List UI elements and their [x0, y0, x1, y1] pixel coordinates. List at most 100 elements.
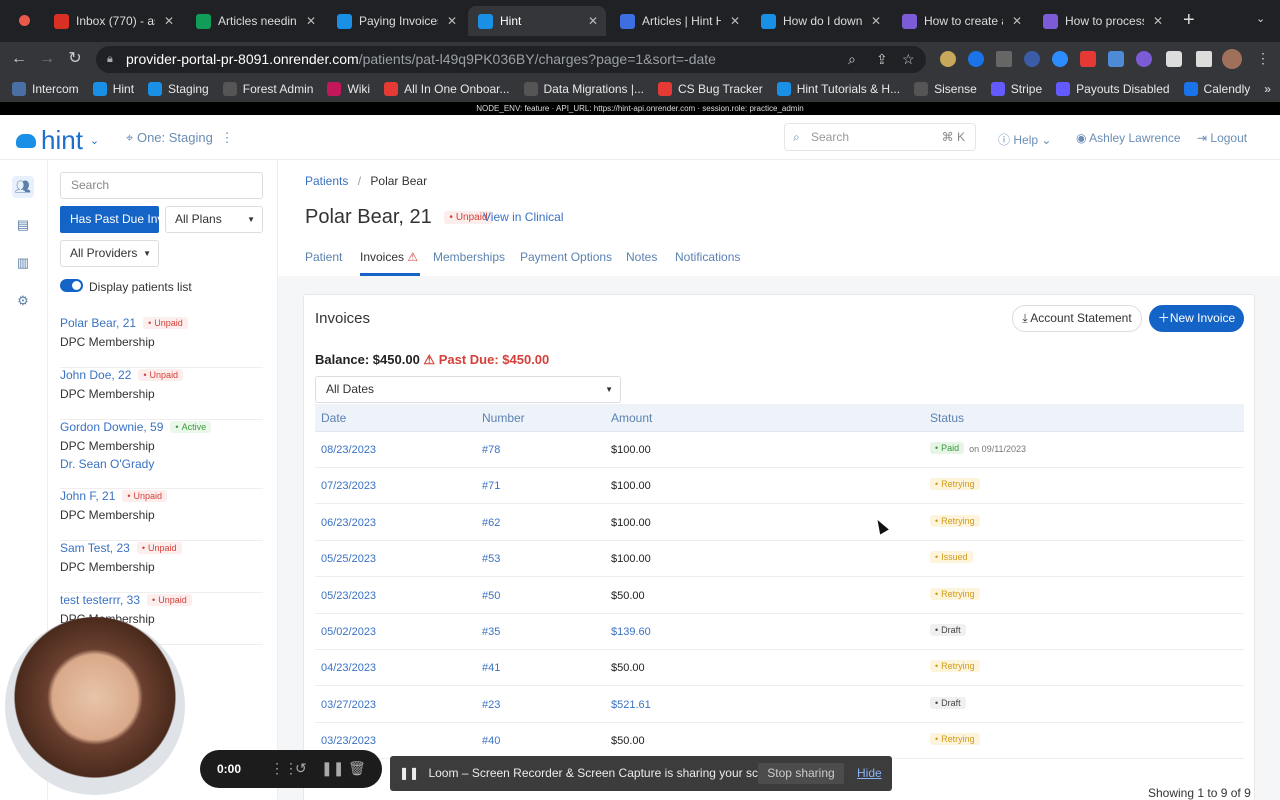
- patient-list-item[interactable]: Gordon Downie, 59 Active DPC Membership Dr.…: [60, 420, 263, 489]
- extension-icon[interactable]: [1136, 51, 1152, 67]
- patient-list-item[interactable]: John Doe, 22 Unpaid DPC Membership: [60, 368, 263, 420]
- breadcrumb-patients-link[interactable]: Patients: [305, 174, 348, 188]
- patient-list-item[interactable]: Sam Test, 23 Unpaid DPC Membership: [60, 541, 263, 593]
- table-row[interactable]: 08/23/2023 #78 $100.00 Paid on 09/11/2023: [315, 432, 1244, 468]
- patient-list-item[interactable]: John F, 21 Unpaid DPC Membership: [60, 489, 263, 541]
- user-menu[interactable]: ◉ Ashley Lawrence: [1076, 131, 1181, 145]
- close-icon[interactable]: ✕: [1010, 14, 1024, 28]
- patient-list-name[interactable]: test testerrr, 33: [60, 593, 140, 607]
- new-invoice-button[interactable]: ＋New Invoice: [1149, 305, 1244, 332]
- browser-tab[interactable]: How to create a ✕: [892, 6, 1030, 36]
- reports-icon[interactable]: ▥: [12, 252, 34, 274]
- bookmark-item[interactable]: Data Migrations |...: [523, 82, 644, 96]
- invoice-date-link[interactable]: 06/23/2023: [321, 517, 376, 529]
- column-header[interactable]: Amount: [611, 411, 652, 425]
- display-list-toggle[interactable]: [60, 279, 83, 292]
- close-icon[interactable]: ✕: [728, 14, 742, 28]
- settings-gear-icon[interactable]: ⚙: [12, 290, 34, 312]
- bookmark-item[interactable]: Sisense: [914, 82, 977, 96]
- invoice-date-link[interactable]: 03/23/2023: [321, 735, 376, 747]
- tab-payment-options[interactable]: Payment Options: [520, 250, 612, 264]
- invoice-date-link[interactable]: 05/02/2023: [321, 626, 376, 638]
- patient-list-item[interactable]: Polar Bear, 21 Unpaid DPC Membership: [60, 316, 263, 368]
- browser-tab[interactable]: How to process ✕: [1033, 6, 1171, 36]
- browser-tab[interactable]: Hint ✕: [468, 6, 606, 36]
- extension-icon[interactable]: [1024, 51, 1040, 67]
- column-header[interactable]: Number: [482, 411, 525, 425]
- stop-sharing-button[interactable]: Stop sharing: [758, 763, 844, 784]
- invoice-date-link[interactable]: 05/25/2023: [321, 553, 376, 565]
- patient-list-name[interactable]: John F, 21: [60, 489, 115, 503]
- bookmark-item[interactable]: Hint: [92, 82, 134, 96]
- menu-icon[interactable]: ⋮: [1256, 50, 1270, 67]
- invoice-number-link[interactable]: #23: [482, 699, 500, 711]
- extension-icon[interactable]: [940, 51, 956, 67]
- patient-list-name[interactable]: Polar Bear, 21: [60, 316, 136, 330]
- close-icon[interactable]: ✕: [586, 14, 600, 28]
- table-row[interactable]: 05/25/2023 #53 $100.00 Issued: [315, 541, 1244, 578]
- profile-avatar[interactable]: [1222, 49, 1242, 69]
- zoom-icon[interactable]: ⌕: [848, 46, 856, 73]
- share-icon[interactable]: ⇪: [876, 46, 888, 73]
- column-header[interactable]: Status: [930, 411, 964, 425]
- back-button[interactable]: ←: [8, 48, 30, 70]
- date-filter-select[interactable]: All Dates ▼: [315, 376, 621, 403]
- table-row[interactable]: 05/23/2023 #50 $50.00 Retrying: [315, 578, 1244, 614]
- zoom-extension-icon[interactable]: [1052, 51, 1068, 67]
- puzzle-icon[interactable]: [1166, 51, 1182, 67]
- invoice-number-link[interactable]: #71: [482, 480, 500, 492]
- invoice-date-link[interactable]: 08/23/2023: [321, 444, 376, 456]
- column-header[interactable]: Date: [321, 411, 346, 425]
- close-icon[interactable]: ✕: [445, 14, 459, 28]
- bookmark-item[interactable]: Wiki: [327, 82, 370, 96]
- drag-handle-icon[interactable]: ⋮⋮: [270, 760, 298, 777]
- providers-filter[interactable]: All Providers ▼: [60, 240, 159, 267]
- invoice-number-link[interactable]: #35: [482, 626, 500, 638]
- webcam-bubble[interactable]: [5, 617, 185, 795]
- account-statement-button[interactable]: ⤓ Account Statement: [1012, 305, 1142, 332]
- patient-list-name[interactable]: Sam Test, 23: [60, 541, 130, 555]
- bookmark-item[interactable]: Hint Tutorials & H...: [776, 82, 900, 96]
- tab-notes[interactable]: Notes: [626, 250, 657, 264]
- bookmark-item[interactable]: Stripe: [990, 82, 1042, 96]
- bookmark-item[interactable]: Forest Admin: [222, 82, 313, 96]
- hide-button[interactable]: Hide: [857, 756, 882, 791]
- invoice-number-link[interactable]: #53: [482, 553, 500, 565]
- more-bookmarks-icon[interactable]: »: [1264, 82, 1271, 96]
- bookmark-item[interactable]: Staging: [148, 82, 209, 96]
- sidepanel-icon[interactable]: [1196, 51, 1212, 67]
- delete-icon[interactable]: 🗑︎: [348, 760, 366, 777]
- invoice-number-link[interactable]: #50: [482, 590, 500, 602]
- browser-tab[interactable]: Articles needing ✕: [186, 6, 324, 36]
- extension-icon[interactable]: [1080, 51, 1096, 67]
- restart-icon[interactable]: ↺: [295, 760, 307, 777]
- table-row[interactable]: 04/23/2023 #41 $50.00 Retrying: [315, 650, 1244, 687]
- invoice-number-link[interactable]: #62: [482, 517, 500, 529]
- hint-logo[interactable]: hint ⌄: [16, 125, 99, 156]
- tab-notifications[interactable]: Notifications: [675, 250, 740, 264]
- extension-icon[interactable]: [968, 51, 984, 67]
- global-search-input[interactable]: ⌕ Search ⌘ K: [784, 123, 976, 151]
- invoice-number-link[interactable]: #40: [482, 735, 500, 747]
- browser-tab[interactable]: Paying Invoices ✕: [327, 6, 465, 36]
- patient-list-name[interactable]: Gordon Downie, 59: [60, 420, 163, 434]
- tab-invoices[interactable]: Invoices ⚠: [360, 250, 418, 264]
- invoice-date-link[interactable]: 03/27/2023: [321, 699, 376, 711]
- extension-icon[interactable]: [1108, 51, 1124, 67]
- bookmark-item[interactable]: Calendly: [1183, 82, 1250, 96]
- provider-link[interactable]: Dr. Sean O'Grady: [60, 457, 263, 471]
- forward-button[interactable]: →: [36, 48, 58, 70]
- tab-patient[interactable]: Patient: [305, 250, 342, 264]
- view-clinical-link[interactable]: View in Clinical: [483, 210, 563, 224]
- invoice-date-link[interactable]: 07/23/2023: [321, 480, 376, 492]
- bookmark-item[interactable]: CS Bug Tracker: [658, 82, 763, 96]
- practice-selector[interactable]: ⌖ One: Staging ⋮: [126, 130, 233, 146]
- patients-icon[interactable]: 👥︎: [12, 176, 34, 198]
- past-due-filter[interactable]: Has Past Due Invo: [60, 206, 159, 233]
- close-icon[interactable]: ✕: [1151, 14, 1165, 28]
- close-icon[interactable]: ✕: [162, 14, 176, 28]
- invoice-number-link[interactable]: #41: [482, 662, 500, 674]
- plans-filter[interactable]: All Plans ▼: [165, 206, 263, 233]
- help-menu[interactable]: ⓘ Help ⌄: [998, 131, 1051, 148]
- pause-icon[interactable]: ❚❚: [321, 760, 344, 777]
